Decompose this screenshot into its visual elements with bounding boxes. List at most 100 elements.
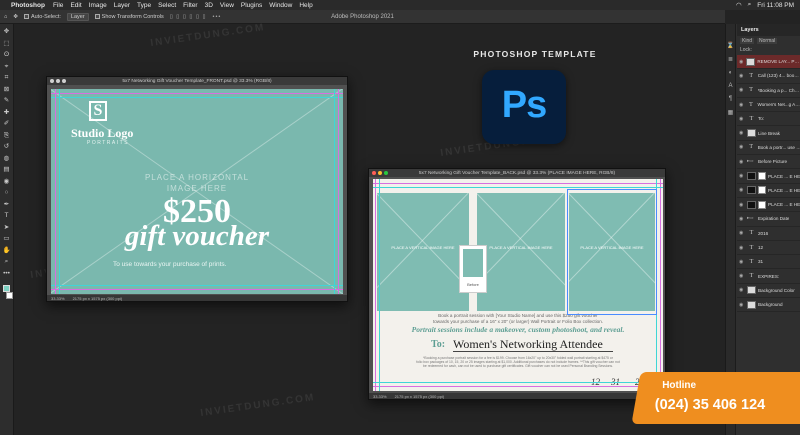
layer-mask-thumbnail[interactable] — [758, 172, 766, 181]
move-tool-icon[interactable]: ✥ — [13, 14, 18, 20]
hand-icon[interactable]: ✋ — [2, 247, 11, 255]
blend-mode-select[interactable]: Normal — [757, 38, 778, 44]
menu-type[interactable]: Type — [137, 2, 151, 9]
selection-bounding-box[interactable] — [567, 189, 657, 315]
zoom-level[interactable]: 33.33% — [51, 296, 65, 301]
layer-row[interactable]: ◉ T 12 — [737, 241, 800, 256]
close-window-button[interactable] — [372, 171, 376, 175]
visibility-eye-icon[interactable]: ◉ — [739, 73, 745, 79]
blur-icon[interactable]: ◉ — [2, 178, 11, 186]
hotline-number[interactable]: (024) 35 406 124 — [655, 397, 765, 413]
align-options[interactable]: ▯ ▯ ▯ ▯ ▯ ▯ — [170, 14, 207, 20]
visibility-eye-icon[interactable]: ◉ — [739, 130, 745, 136]
marquee-icon[interactable]: ⬚ — [2, 40, 11, 48]
layer-row[interactable]: ◉ T 31 — [737, 255, 800, 270]
visibility-eye-icon[interactable]: ◉ — [739, 59, 744, 65]
menu-layer[interactable]: Layer — [114, 2, 130, 9]
front-document-window[interactable]: 5x7 Networking Gift Voucher Template_FRO… — [46, 76, 348, 302]
layer-mask-thumbnail[interactable] — [758, 186, 766, 195]
object-select-icon[interactable]: ⌖ — [2, 63, 11, 71]
visibility-eye-icon[interactable]: ◉ — [739, 102, 744, 108]
history-brush-icon[interactable]: ↺ — [2, 143, 11, 151]
layer-row[interactable]: ◉ T Call (123) 4... book yo — [737, 69, 800, 84]
menu-app-name[interactable]: Photoshop — [11, 2, 45, 9]
auto-select-dropdown[interactable]: Layer — [66, 12, 89, 21]
menu-3d[interactable]: 3D — [205, 2, 213, 9]
back-document-window[interactable]: 5x7 Networking Gift Voucher Template_BAC… — [368, 168, 666, 400]
layer-row[interactable]: ◉ REMOVE LAY... PRINTI — [737, 55, 800, 70]
paragraph-panel-icon[interactable]: ¶ — [729, 96, 732, 102]
layer-row[interactable]: ◉ PLACE ... E HE — [737, 169, 800, 184]
close-window-button[interactable] — [50, 79, 54, 83]
lasso-icon[interactable]: ʘ — [2, 51, 11, 59]
layer-row[interactable]: ◉ Line Break — [737, 126, 800, 141]
back-canvas[interactable]: PLACE A VERTICAL IMAGE HERE PLACE A VERT… — [373, 179, 663, 391]
rectangle-icon[interactable]: ▭ — [2, 235, 11, 243]
zoom-icon[interactable]: ⌕ — [2, 258, 11, 266]
layer-row[interactable]: ◉ PLACE ... E HE — [737, 184, 800, 198]
auto-select-checkbox[interactable]: Auto-Select: — [23, 14, 61, 20]
libraries-panel-icon[interactable]: ▦ — [728, 109, 734, 116]
zoom-window-button[interactable] — [62, 79, 66, 83]
layer-row[interactable]: ◉ T Book a portr... use this — [737, 141, 800, 156]
document-title-bar[interactable]: 5x7 Networking Gift Voucher Template_FRO… — [47, 77, 347, 85]
tab-layers[interactable]: Layers — [737, 24, 800, 36]
properties-panel-icon[interactable]: ≣ — [728, 56, 733, 63]
visibility-eye-icon[interactable]: ◉ — [739, 144, 745, 150]
visibility-eye-icon[interactable]: ◉ — [739, 187, 745, 193]
gradient-icon[interactable]: ▤ — [2, 166, 11, 174]
visibility-eye-icon[interactable]: ◉ — [739, 159, 745, 165]
path-select-icon[interactable]: ➤ — [2, 224, 11, 232]
more-options[interactable]: ••• — [213, 14, 222, 20]
menu-select[interactable]: Select — [158, 2, 176, 9]
layer-row[interactable]: ◉ T 2016 — [737, 227, 800, 241]
layer-row[interactable]: ◉ Background — [737, 298, 800, 313]
layer-row[interactable]: ◉ T Women's Net...g Attend — [737, 98, 800, 113]
layer-row[interactable]: ◉ T To: — [737, 112, 800, 127]
menu-file[interactable]: File — [53, 2, 63, 9]
visibility-eye-icon[interactable]: ◉ — [739, 173, 745, 179]
adjustments-panel-icon[interactable]: ◐ — [729, 70, 733, 76]
layer-row[interactable]: ◉ T *Booking a p... Choose — [737, 84, 800, 98]
minimize-window-button[interactable] — [56, 79, 60, 83]
visibility-eye-icon[interactable]: ◉ — [739, 259, 745, 265]
visibility-eye-icon[interactable]: ◉ — [739, 116, 745, 122]
type-icon[interactable]: T — [2, 212, 11, 220]
stamp-icon[interactable]: ⎘ — [2, 132, 11, 140]
background-color-swatch[interactable] — [6, 291, 13, 299]
layer-row[interactable]: ◉ T EXPIRES: — [737, 269, 800, 284]
visibility-eye-icon[interactable]: ◉ — [739, 245, 745, 251]
document-title-bar[interactable]: 5x7 Networking Gift Voucher Template_BAC… — [369, 169, 665, 177]
eyedropper-icon[interactable]: ✎ — [2, 97, 11, 105]
layer-row[interactable]: ◉ ▸▭ Expiration Date — [737, 212, 800, 227]
zoom-level[interactable]: 33.33% — [373, 394, 387, 399]
search-icon[interactable]: ⌕ — [748, 1, 752, 9]
clock[interactable]: Fri 11:08 PM — [757, 2, 794, 9]
visibility-eye-icon[interactable]: ◉ — [739, 87, 745, 93]
menu-help[interactable]: Help — [299, 2, 312, 9]
dodge-icon[interactable]: ○ — [2, 189, 11, 197]
layer-row[interactable]: ◉ ▸▭ Before Picture — [737, 155, 800, 170]
layer-row[interactable]: ◉ Background Color — [737, 284, 800, 299]
move-icon[interactable]: ✥ — [2, 28, 11, 36]
pen-icon[interactable]: ✒ — [2, 201, 11, 209]
visibility-eye-icon[interactable]: ◉ — [739, 202, 745, 208]
menu-window[interactable]: Window — [269, 2, 292, 9]
brush-icon[interactable]: ✐ — [2, 120, 11, 128]
minimize-window-button[interactable] — [378, 171, 382, 175]
show-transform-checkbox[interactable]: Show Transform Controls — [94, 14, 164, 20]
visibility-eye-icon[interactable]: ◉ — [739, 273, 745, 279]
layer-mask-thumbnail[interactable] — [758, 200, 766, 209]
visibility-eye-icon[interactable]: ◉ — [739, 287, 745, 293]
menu-edit[interactable]: Edit — [70, 2, 81, 9]
more-tools-icon[interactable]: ••• — [2, 270, 11, 278]
eraser-icon[interactable]: ◍ — [2, 155, 11, 163]
visibility-eye-icon[interactable]: ◉ — [739, 230, 745, 236]
front-canvas[interactable]: S Studio Logo PORTRAITS PLACE A HORIZONT… — [51, 89, 343, 294]
zoom-window-button[interactable] — [384, 171, 388, 175]
menu-plugins[interactable]: Plugins — [241, 2, 262, 9]
menu-view[interactable]: View — [220, 2, 234, 9]
home-icon[interactable]: ⌂ — [4, 14, 7, 20]
layer-row[interactable]: ◉ PLACE ... E HE — [737, 198, 800, 213]
menu-image[interactable]: Image — [89, 2, 107, 9]
